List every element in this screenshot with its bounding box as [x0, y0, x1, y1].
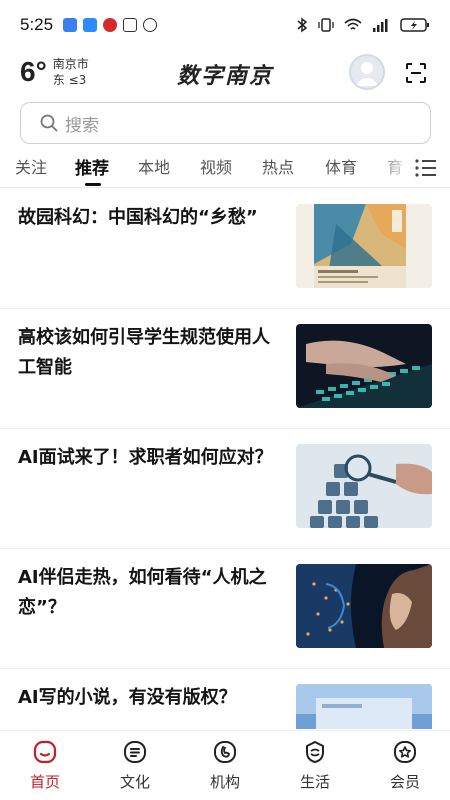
- member-icon: [394, 741, 416, 763]
- nav-culture-label: 文化: [119, 773, 150, 791]
- app-notification-icon: [83, 18, 98, 32]
- culture-icon: [124, 741, 146, 763]
- alarm-icon: [143, 18, 158, 32]
- category-tabs: 关注 推荐 本地 视频 热点 体育 育: [0, 150, 450, 188]
- tab-follow[interactable]: 关注: [15, 154, 47, 178]
- home-icon: [33, 740, 57, 764]
- system-icons: [296, 17, 430, 33]
- scan-icon[interactable]: [405, 62, 427, 84]
- keyboard-image: [296, 324, 432, 408]
- news-thumbnail: [296, 564, 432, 648]
- news-feed: 故园科幻：中国科幻的“乡愁” 高校该如何引导学生规范使用人工智能 AI面试来了！…: [0, 189, 450, 729]
- nav-life-label: 生活: [299, 773, 330, 791]
- app-notification-icon: [63, 18, 78, 32]
- institution-icon: [214, 741, 236, 763]
- status-time: 5:25: [20, 15, 54, 34]
- life-icon: [306, 741, 324, 763]
- user-avatar[interactable]: [349, 54, 385, 90]
- nav-life[interactable]: 生活: [270, 731, 360, 800]
- news-title: AI写的小说，有没有版权？: [18, 687, 237, 708]
- news-title: AI面试来了！求职者如何应对？: [18, 447, 273, 468]
- tab-video[interactable]: 视频: [200, 154, 232, 178]
- app-header: 6° 南京市 东 ≤3 数字南京: [0, 52, 450, 96]
- app-notification-icon: [103, 18, 118, 32]
- nav-culture[interactable]: 文化: [90, 731, 180, 800]
- ai-novel-image: [296, 684, 432, 729]
- news-item[interactable]: AI伴侣走热，如何看待“人机之恋”？: [0, 549, 450, 669]
- bluetooth-icon: [297, 17, 308, 33]
- search-icon: [40, 114, 58, 132]
- news-item[interactable]: 高校该如何引导学生规范使用人工智能: [0, 309, 450, 429]
- news-thumbnail: [296, 204, 432, 288]
- tab-recommended[interactable]: 推荐: [75, 154, 109, 179]
- tab-local[interactable]: 本地: [138, 154, 170, 178]
- weather-widget[interactable]: 6° 南京市 东 ≤3: [20, 56, 89, 88]
- nav-institution[interactable]: 机构: [180, 731, 270, 800]
- ai-companion-image: [296, 564, 432, 648]
- battery-icon: [400, 18, 429, 32]
- active-tab-indicator: [85, 183, 101, 186]
- book-cover-image: [296, 204, 432, 288]
- city-name: 南京市: [52, 57, 89, 71]
- tab-trending[interactable]: 热点: [262, 154, 294, 178]
- news-thumbnail: [296, 324, 432, 408]
- search-input[interactable]: 搜索: [65, 111, 99, 136]
- signal-icon: [373, 19, 388, 32]
- status-bar: 5:25: [0, 0, 450, 50]
- nav-home-label: 首页: [29, 773, 60, 791]
- recruitment-image: [296, 444, 432, 528]
- wind-info: 东 ≤3: [52, 73, 87, 87]
- news-title: 高校该如何引导学生规范使用人工智能: [18, 327, 270, 378]
- menu-icon[interactable]: [414, 157, 438, 179]
- temperature: 6°: [20, 56, 47, 87]
- news-thumbnail: [296, 684, 432, 729]
- news-thumbnail: [296, 444, 432, 528]
- tab-sports[interactable]: 体育: [325, 154, 357, 178]
- search-bar[interactable]: 搜索: [20, 102, 431, 144]
- notification-icons: [63, 18, 158, 32]
- user-icon: [355, 62, 379, 86]
- news-item[interactable]: 故园科幻：中国科幻的“乡愁”: [0, 189, 450, 309]
- news-item[interactable]: AI写的小说，有没有版权？: [0, 669, 450, 729]
- news-title: 故园科幻：中国科幻的“乡愁”: [18, 207, 258, 228]
- vibrate-icon: [318, 18, 334, 32]
- news-item[interactable]: AI面试来了！求职者如何应对？: [0, 429, 450, 549]
- app-notification-icon: [123, 18, 138, 32]
- news-title: AI伴侣走热，如何看待“人机之恋”？: [18, 567, 267, 618]
- nav-member-label: 会员: [389, 773, 420, 791]
- nav-member[interactable]: 会员: [360, 731, 450, 800]
- bottom-navigation: 首页 文化 机构 生活 会员: [0, 730, 450, 800]
- nav-institution-label: 机构: [209, 773, 240, 791]
- nav-home[interactable]: 首页: [0, 731, 90, 800]
- wifi-icon: [344, 18, 362, 30]
